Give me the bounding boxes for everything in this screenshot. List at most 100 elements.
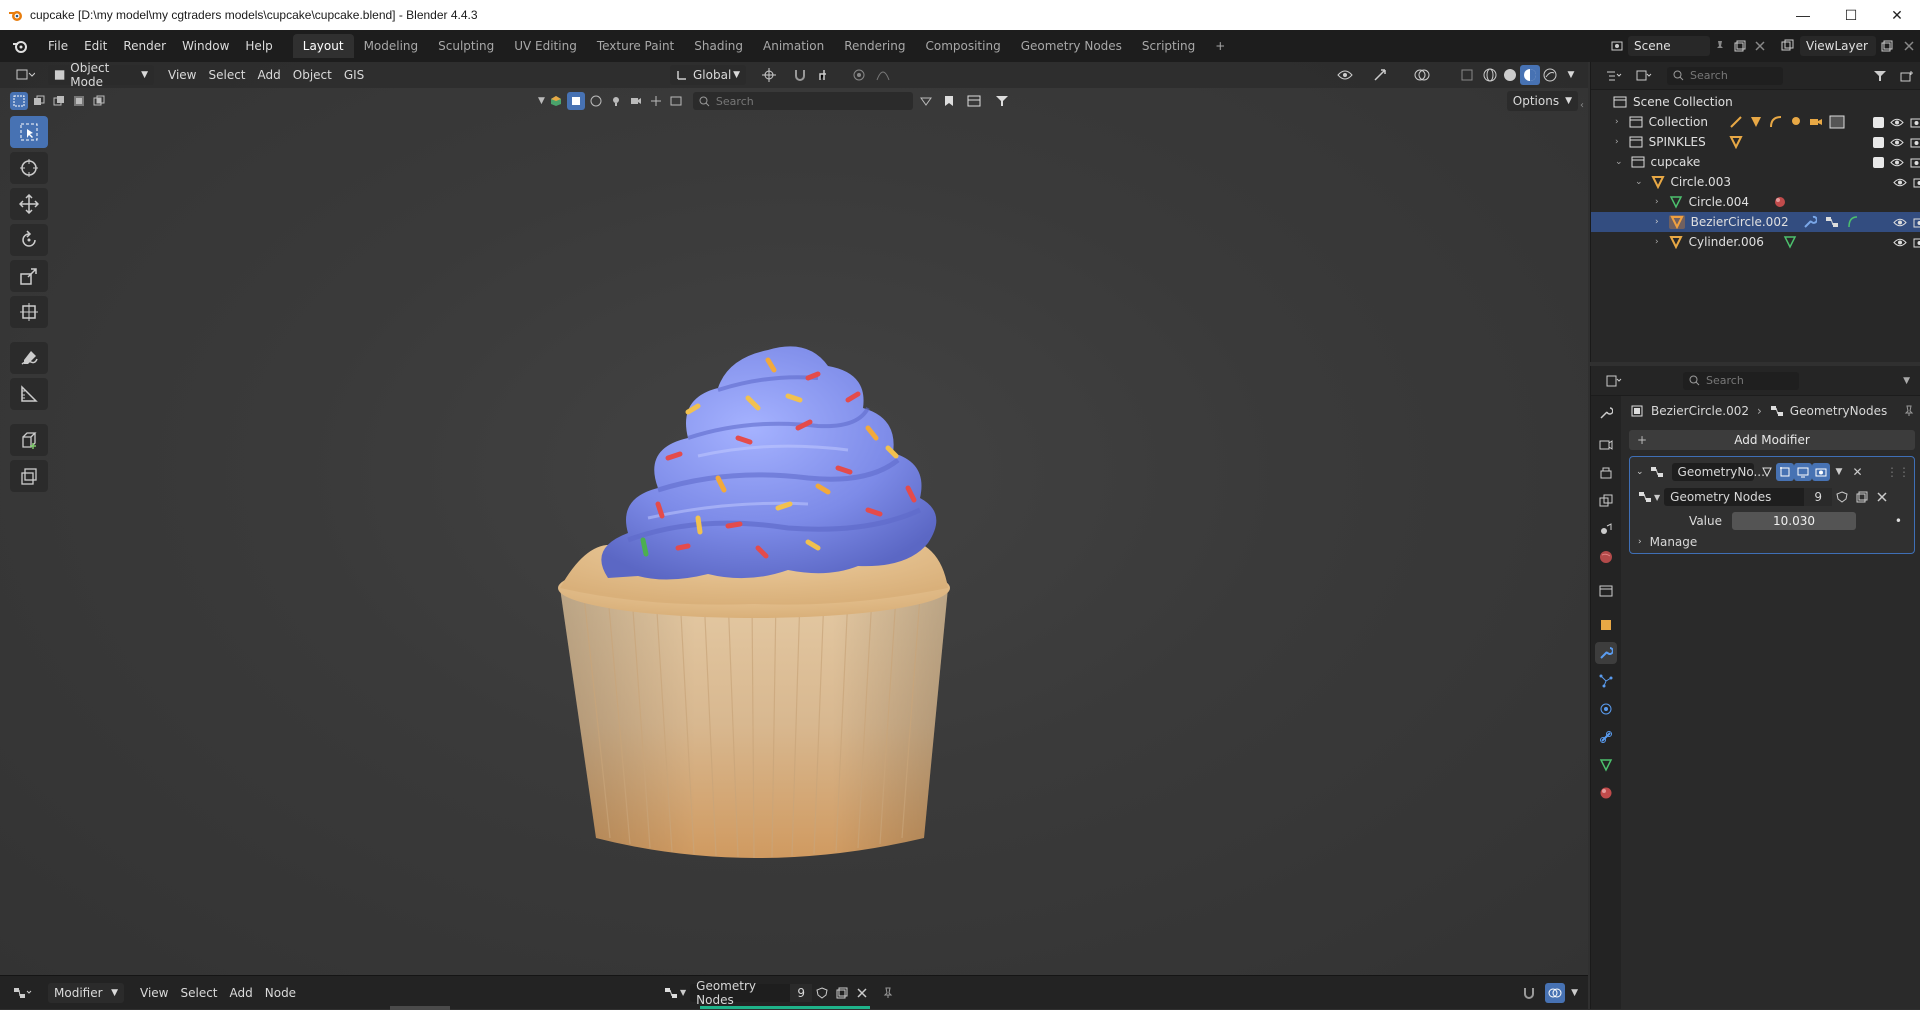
curve-filter-icon[interactable] <box>587 92 605 110</box>
snap-target-icon[interactable] <box>812 65 838 85</box>
scale-tool[interactable] <box>10 260 48 292</box>
other-filter-icon[interactable] <box>667 92 685 110</box>
camera-filter-icon[interactable] <box>627 92 645 110</box>
unlink-node-group-icon[interactable] <box>852 984 872 1002</box>
bookmark-icon[interactable] <box>939 92 959 110</box>
cursor-tool[interactable] <box>10 152 48 184</box>
pin-icon[interactable] <box>876 984 900 1002</box>
remove-modifier-icon[interactable]: ✕ <box>1852 465 1862 479</box>
select-subtract-icon[interactable] <box>50 92 68 110</box>
outliner-row-spinkles[interactable]: › SPINKLES <box>1591 132 1920 152</box>
data-tab-icon[interactable] <box>1595 754 1617 776</box>
outliner-row-cylinder-006[interactable]: › Cylinder.006 <box>1591 232 1920 252</box>
object-mode-dropdown[interactable]: Object Mode▼ <box>48 65 154 85</box>
viewport-menu-object[interactable]: Object <box>287 65 338 85</box>
camera-render-icon[interactable] <box>1913 237 1920 248</box>
node-tree-chevron-icon[interactable]: ▼ <box>1654 493 1660 502</box>
options-dropdown[interactable]: Options▼ <box>1507 91 1578 111</box>
cupcake-model[interactable] <box>548 278 998 878</box>
menu-window[interactable]: Window <box>174 39 237 53</box>
maximize-button[interactable]: ☐ <box>1828 0 1874 30</box>
wireframe-shading-icon[interactable] <box>1480 65 1500 85</box>
outliner-row-scene-collection[interactable]: Scene Collection <box>1591 92 1920 112</box>
view-layer-tab-icon[interactable] <box>1595 490 1617 512</box>
delete-viewlayer-icon[interactable] <box>1898 41 1920 51</box>
tab-shading[interactable]: Shading <box>684 34 753 58</box>
menu-help[interactable]: Help <box>237 39 280 53</box>
select-intersect-icon[interactable] <box>90 92 108 110</box>
collapse-chevron-icon[interactable]: ⌄ <box>1615 157 1623 167</box>
eye-icon[interactable] <box>1890 157 1904 168</box>
tab-sculpting[interactable]: Sculpting <box>428 34 504 58</box>
viewport-display-toggle-icon[interactable] <box>1794 463 1812 481</box>
transform-orientation-dropdown[interactable]: Global▼ <box>670 65 746 85</box>
particles-tab-icon[interactable] <box>1595 670 1617 692</box>
select-new-icon[interactable] <box>10 92 28 110</box>
tab-layout[interactable]: Layout <box>293 34 354 58</box>
overlay-toggle-icon[interactable] <box>1545 983 1565 1003</box>
viewlayer-icon[interactable] <box>1776 39 1800 53</box>
properties-options-chevron-icon[interactable]: ▼ <box>1903 376 1910 386</box>
outliner-row-beziercircle-002[interactable]: › BezierCircle.002 <box>1591 212 1920 232</box>
rotate-tool[interactable] <box>10 224 48 256</box>
solid-shading-icon[interactable] <box>1500 65 1520 85</box>
tab-modeling[interactable]: Modeling <box>354 34 429 58</box>
select-extend-icon[interactable] <box>30 92 48 110</box>
material-tab-icon[interactable] <box>1595 782 1617 804</box>
node-menu-node[interactable]: Node <box>259 983 302 1003</box>
light-filter-icon[interactable] <box>607 92 625 110</box>
node-menu-add[interactable]: Add <box>224 983 259 1003</box>
filter-chevron-icon[interactable]: ▼ <box>538 96 545 106</box>
add-workspace-button[interactable]: + <box>1205 34 1235 58</box>
outliner-row-collection[interactable]: › Collection <box>1591 112 1920 132</box>
camera-render-icon[interactable] <box>1910 117 1920 128</box>
object-tab-icon[interactable] <box>1595 614 1617 636</box>
output-tab-icon[interactable] <box>1595 462 1617 484</box>
editor-type-icon[interactable] <box>8 64 42 86</box>
tab-rendering[interactable]: Rendering <box>834 34 915 58</box>
properties-editor-type-icon[interactable] <box>1599 371 1629 391</box>
outliner-row-circle-004[interactable]: › Circle.004 <box>1591 192 1920 212</box>
node-group-name-field[interactable]: Geometry Nodes <box>690 984 790 1002</box>
node-tree-icon[interactable] <box>1638 491 1652 503</box>
duplicate-node-group-icon[interactable] <box>1852 488 1872 506</box>
overlay-chevron-icon[interactable]: ▼ <box>1571 988 1578 998</box>
blender-menu-icon[interactable] <box>6 32 34 60</box>
overlays-icon[interactable] <box>1408 65 1436 85</box>
filter-toggle-icon[interactable] <box>915 92 937 110</box>
node-context-dropdown[interactable]: Modifier▼ <box>48 983 124 1003</box>
minimize-button[interactable]: — <box>1780 0 1826 30</box>
eye-icon[interactable] <box>1893 237 1907 248</box>
eye-icon[interactable] <box>1890 137 1904 148</box>
expand-chevron-icon[interactable]: › <box>1655 197 1659 207</box>
mesh-filter-icon[interactable] <box>567 92 585 110</box>
camera-render-icon[interactable] <box>1910 157 1920 168</box>
delete-scene-icon[interactable] <box>1750 41 1770 51</box>
node-group-users-count[interactable]: 9 <box>1804 488 1832 506</box>
tab-compositing[interactable]: Compositing <box>915 34 1010 58</box>
tab-uv-editing[interactable]: UV Editing <box>504 34 587 58</box>
outliner-row-circle-003[interactable]: ⌄ Circle.003 <box>1591 172 1920 192</box>
node-menu-view[interactable]: View <box>134 983 174 1003</box>
fake-user-shield-icon[interactable] <box>1832 488 1852 506</box>
collapse-chevron-icon[interactable]: ⌄ <box>1636 467 1644 477</box>
exclude-checkbox[interactable] <box>1873 157 1884 168</box>
proportional-falloff-icon[interactable] <box>872 65 894 85</box>
keyframe-dot-icon[interactable]: • <box>1895 514 1902 528</box>
camera-render-icon[interactable] <box>1913 177 1920 188</box>
visibility-selectability-icon[interactable] <box>1330 65 1360 85</box>
sidebar-toggle-icon[interactable]: ‹ <box>1580 100 1584 111</box>
camera-render-icon[interactable] <box>1913 217 1920 228</box>
shading-options-chevron-icon[interactable]: ▼ <box>1562 65 1580 85</box>
viewport-menu-select[interactable]: Select <box>202 65 251 85</box>
rendered-shading-icon[interactable] <box>1540 65 1560 85</box>
eye-icon[interactable] <box>1893 217 1907 228</box>
proportional-editing-icon[interactable] <box>848 65 870 85</box>
drag-handle-icon[interactable]: ⋮⋮ <box>1886 465 1910 479</box>
outliner-filter-icon[interactable] <box>1866 66 1894 86</box>
measure-tool[interactable] <box>10 378 48 410</box>
exclude-checkbox[interactable] <box>1873 137 1884 148</box>
node-tree-icon[interactable] <box>664 987 678 999</box>
expand-chevron-icon[interactable]: › <box>1615 117 1619 127</box>
properties-search-field[interactable]: Search <box>1683 372 1799 390</box>
